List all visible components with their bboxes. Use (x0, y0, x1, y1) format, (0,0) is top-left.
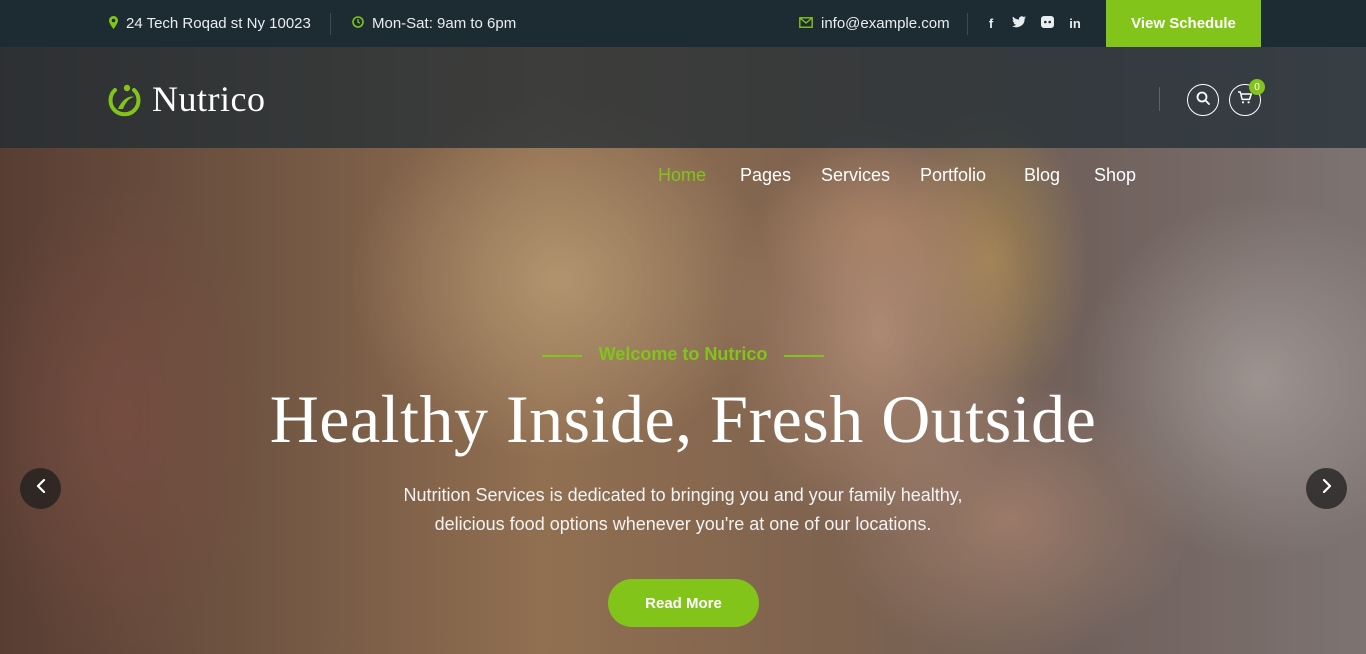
discord-icon[interactable] (1033, 16, 1061, 31)
email-link[interactable]: info@example.com (821, 15, 950, 32)
address-text: 24 Tech Roqad st Ny 10023 (126, 15, 311, 32)
clock-icon (352, 16, 364, 31)
search-button[interactable] (1187, 84, 1219, 116)
view-schedule-button[interactable]: View Schedule (1106, 0, 1261, 47)
facebook-icon[interactable]: f (977, 16, 1005, 31)
nav-portfolio[interactable]: Portfolio (920, 165, 986, 186)
nav-divider (1159, 87, 1160, 111)
hero-description-line: delicious food options whenever you're a… (434, 514, 932, 534)
eyebrow-line-right (784, 355, 824, 357)
top-bar: 24 Tech Roqad st Ny 10023 Mon-Sat: 9am t… (0, 0, 1366, 47)
cart-icon (1238, 91, 1253, 109)
hero-headline: Healthy Inside, Fresh Outside (269, 381, 1097, 457)
hero-description: Nutrition Services is dedicated to bring… (383, 481, 983, 539)
site-logo[interactable]: Nutrico (106, 78, 265, 120)
chevron-right-icon (1322, 478, 1332, 498)
slider-prev-button[interactable] (20, 468, 61, 509)
address-item: 24 Tech Roqad st Ny 10023 (109, 0, 311, 47)
nav-pages[interactable]: Pages (740, 165, 791, 186)
hours-text: Mon-Sat: 9am to 6pm (372, 15, 517, 32)
envelope-icon (799, 16, 813, 31)
leaf-logo-icon (106, 81, 143, 118)
logo-text: Nutrico (152, 79, 266, 119)
hero-eyebrow: Welcome to Nutrico (598, 344, 768, 364)
email-item[interactable]: info@example.com (799, 0, 950, 47)
map-pin-icon (109, 15, 118, 32)
social-links: f in (977, 0, 1089, 47)
chevron-left-icon (36, 478, 46, 498)
nav-services[interactable]: Services (821, 165, 890, 186)
linkedin-icon[interactable]: in (1061, 16, 1089, 31)
search-icon (1196, 91, 1210, 110)
cart-count-badge: 0 (1249, 79, 1265, 95)
hours-item: Mon-Sat: 9am to 6pm (352, 0, 516, 47)
page: 24 Tech Roqad st Ny 10023 Mon-Sat: 9am t… (0, 0, 1366, 654)
nav-home[interactable]: Home (658, 165, 706, 186)
nav-blog[interactable]: Blog (1024, 165, 1060, 186)
topbar-divider (330, 13, 331, 35)
nav-shop[interactable]: Shop (1094, 165, 1136, 186)
slider-next-button[interactable] (1306, 468, 1347, 509)
topbar-divider (967, 13, 968, 35)
hero-description-line: Nutrition Services is dedicated to bring… (403, 485, 963, 505)
read-more-button[interactable]: Read More (608, 579, 759, 627)
twitter-icon[interactable] (1005, 16, 1033, 31)
